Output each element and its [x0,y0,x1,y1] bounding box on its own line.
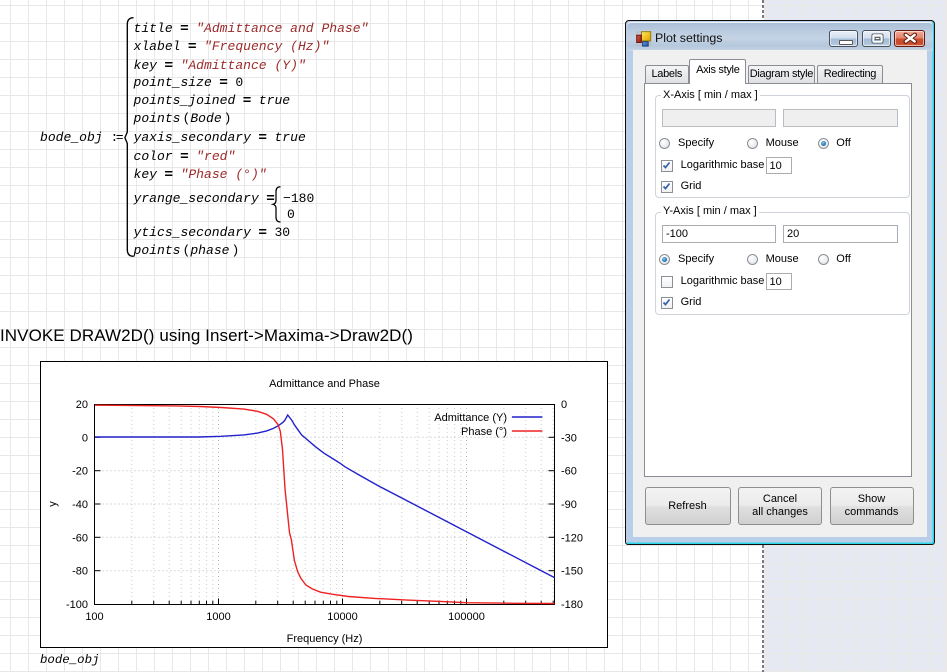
svg-text:Frequency (Hz): Frequency (Hz) [287,633,363,645]
svg-text:-30: -30 [561,432,577,444]
svg-text:1000: 1000 [206,611,230,623]
svg-text:-80: -80 [72,566,88,578]
svg-text:100: 100 [85,611,103,623]
svg-text:-60: -60 [72,532,88,544]
svg-text:-90: -90 [561,499,577,511]
svg-text:-60: -60 [561,466,577,478]
svg-text:-20: -20 [72,466,88,478]
svg-text:10000: 10000 [327,611,358,623]
svg-text:Admittance and Phase: Admittance and Phase [269,378,380,390]
svg-text:-180: -180 [561,599,583,611]
svg-text:-100: -100 [66,599,88,611]
svg-text:Admittance (Y): Admittance (Y) [434,412,507,424]
svg-text:0: 0 [561,399,567,411]
svg-text:100000: 100000 [448,611,485,623]
svg-text:20: 20 [76,399,88,411]
svg-text:-40: -40 [72,499,88,511]
svg-text:Phase (°): Phase (°) [461,426,507,438]
svg-text:-150: -150 [561,566,583,578]
svg-text:y: y [47,501,59,507]
svg-text:-120: -120 [561,532,583,544]
svg-text:0: 0 [82,432,88,444]
